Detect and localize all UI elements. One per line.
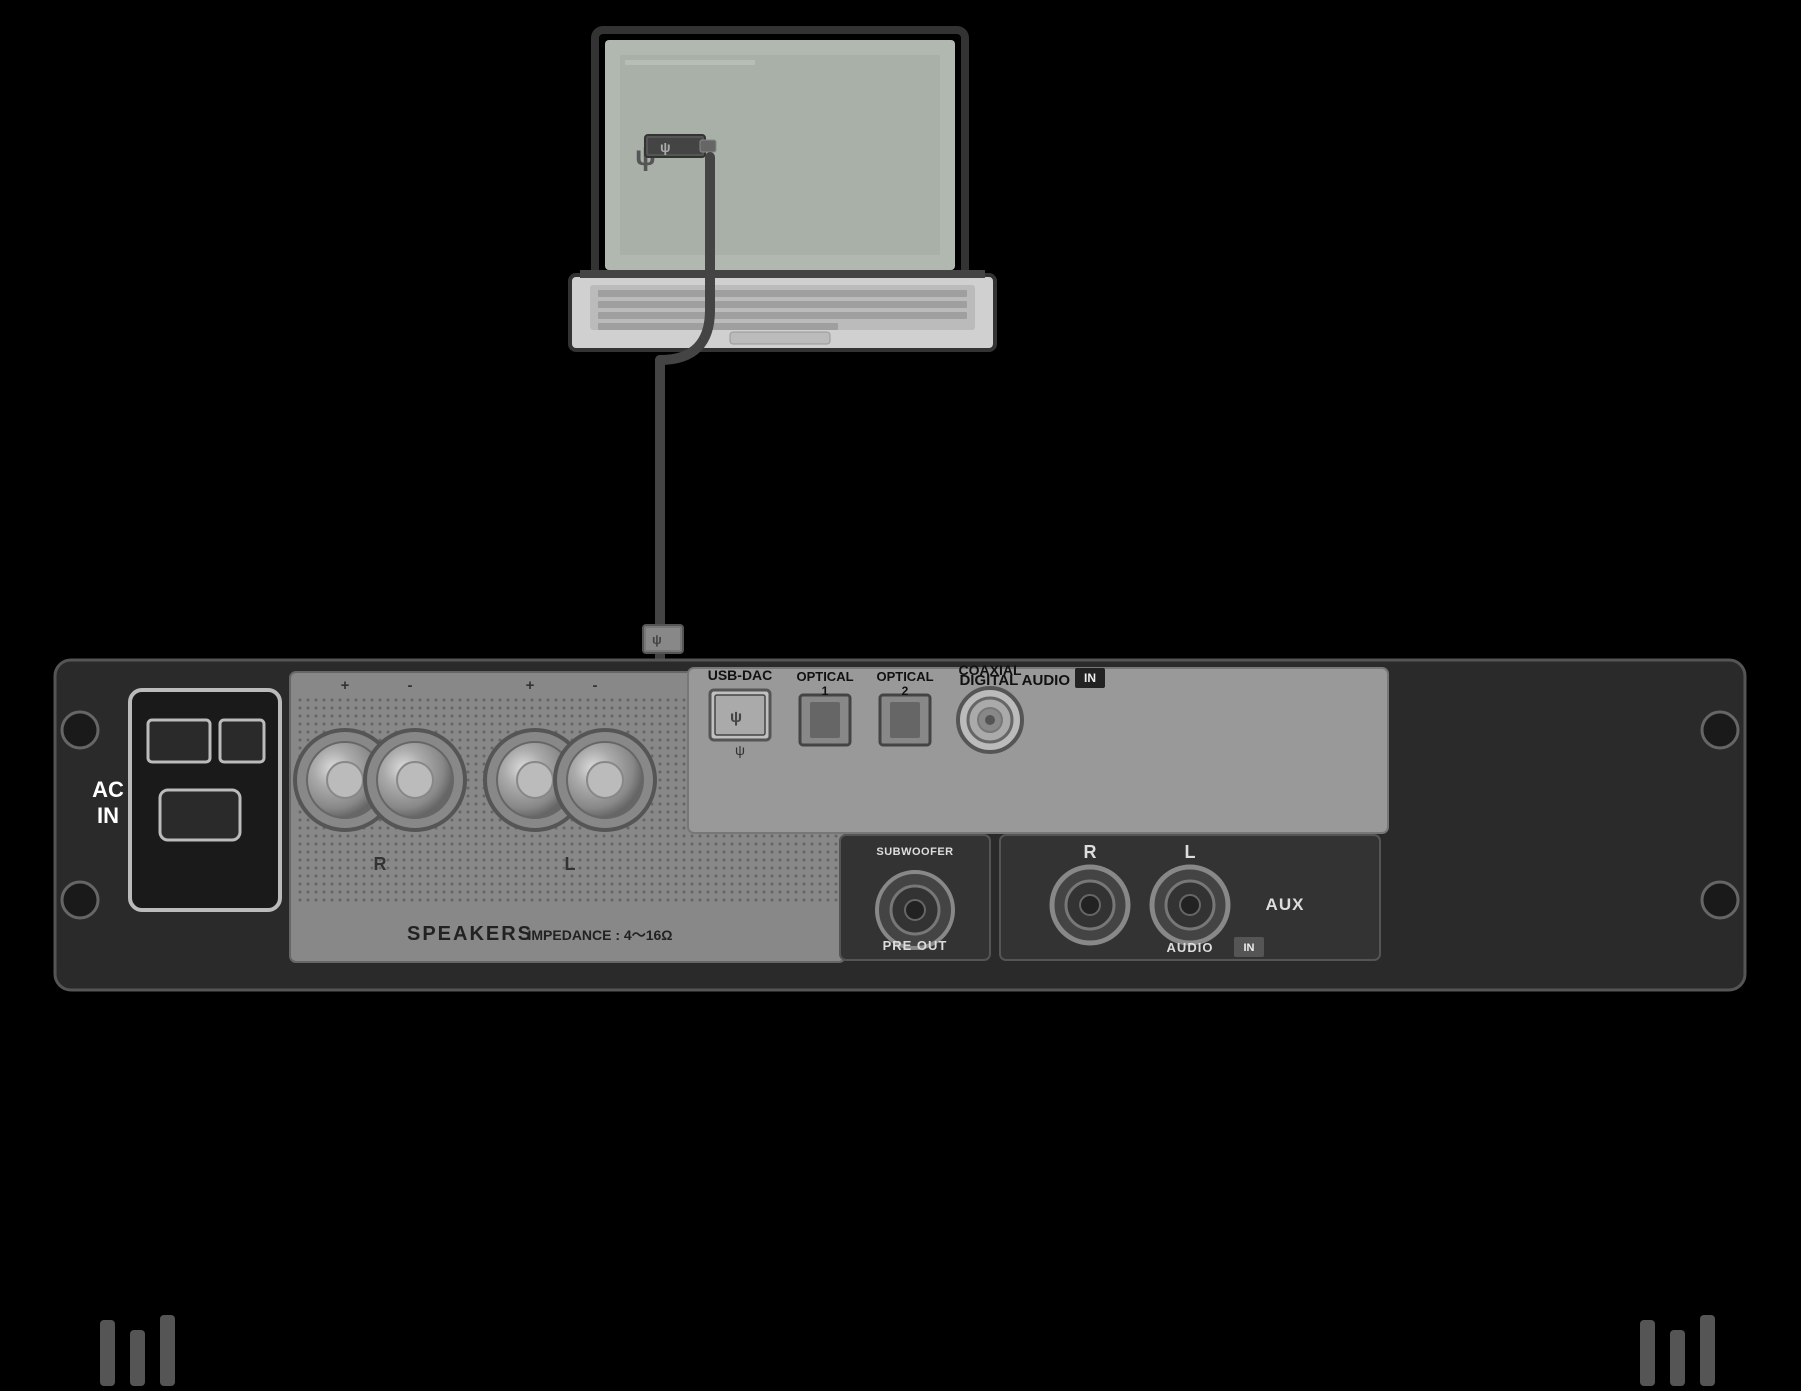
main-diagram: ψ ψ ψ AC IN bbox=[0, 0, 1801, 1386]
svg-text:ψ: ψ bbox=[730, 709, 742, 726]
svg-text:+: + bbox=[341, 677, 350, 694]
svg-text:+: + bbox=[526, 677, 535, 694]
svg-text:R: R bbox=[374, 854, 387, 874]
laptop-illustration: ψ bbox=[570, 30, 995, 350]
svg-text:-: - bbox=[408, 677, 413, 694]
ac-in-label: AC bbox=[92, 777, 124, 802]
svg-text:SPEAKERS: SPEAKERS bbox=[407, 923, 533, 945]
amplifier-body: AC IN + - + - bbox=[55, 660, 1745, 990]
svg-text:ψ: ψ bbox=[652, 632, 662, 647]
svg-text:DIGITAL AUDIO: DIGITAL AUDIO bbox=[959, 672, 1070, 689]
svg-text:AUDIO: AUDIO bbox=[1167, 940, 1214, 955]
svg-text:AUX: AUX bbox=[1266, 895, 1305, 914]
svg-text:L: L bbox=[1185, 842, 1196, 862]
svg-text:-: - bbox=[593, 677, 598, 694]
svg-text:1: 1 bbox=[822, 684, 829, 698]
svg-text:IN: IN bbox=[97, 803, 119, 828]
svg-text:IN: IN bbox=[1084, 671, 1096, 685]
svg-text:OPTICAL: OPTICAL bbox=[876, 669, 933, 684]
svg-text:PRE OUT: PRE OUT bbox=[883, 938, 948, 953]
svg-text:SUBWOOFER: SUBWOOFER bbox=[876, 846, 953, 858]
svg-text:ψ: ψ bbox=[735, 742, 745, 758]
svg-text:OPTICAL: OPTICAL bbox=[796, 669, 853, 684]
svg-text:ψ: ψ bbox=[660, 139, 671, 155]
svg-text:USB-DAC: USB-DAC bbox=[708, 667, 773, 683]
svg-text:R: R bbox=[1084, 842, 1097, 862]
svg-text:IN: IN bbox=[1244, 942, 1255, 954]
svg-text:IMPEDANCE : 4～16Ω: IMPEDANCE : 4～16Ω bbox=[527, 927, 672, 943]
svg-text:2: 2 bbox=[902, 684, 909, 698]
svg-text:L: L bbox=[565, 854, 576, 874]
